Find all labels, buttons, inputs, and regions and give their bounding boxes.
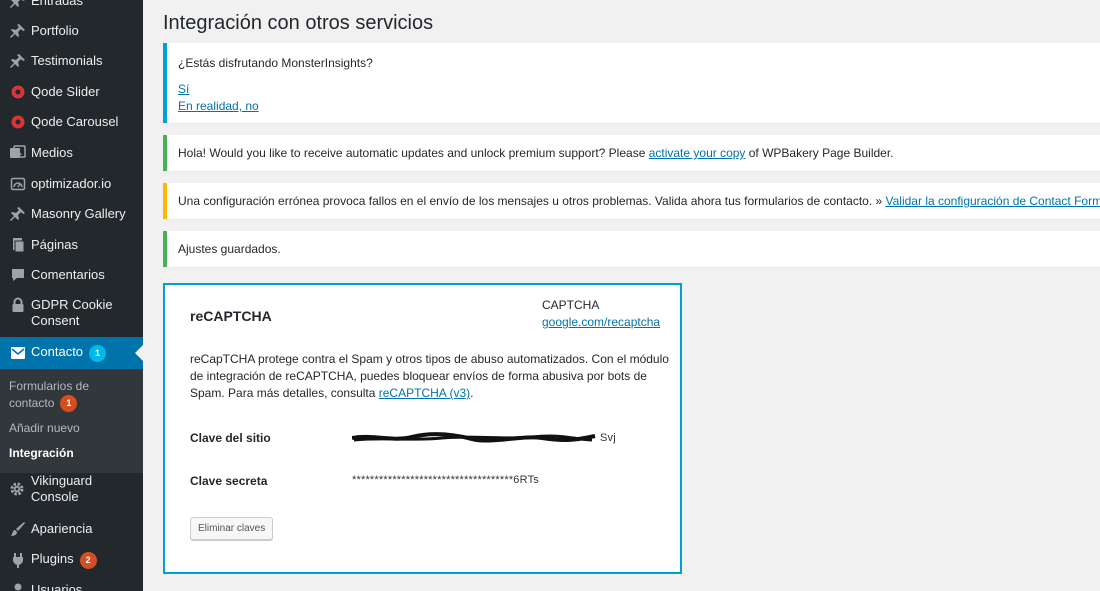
sidebar-item-masonry-gallery[interactable]: Masonry Gallery (0, 205, 143, 223)
remove-keys-button[interactable]: Eliminar claves (190, 517, 274, 540)
gear-icon (0, 481, 30, 497)
sidebar-item-testimonials[interactable]: Testimonials (0, 52, 143, 70)
notice-wpbakery: Hola! Would you like to receive automati… (163, 135, 1100, 171)
pin-icon (0, 23, 30, 39)
recaptcha-v3-link[interactable]: reCAPTCHA (v3) (379, 386, 470, 400)
sidebar-item-usuarios[interactable]: Usuarios (0, 581, 143, 591)
sidebar-item-label: Plugins (31, 551, 74, 567)
site-key-suffix: Svj (600, 432, 616, 444)
mail-icon (0, 346, 30, 360)
notice-text: Hola! Would you like to receive automati… (178, 146, 649, 160)
provider-label: CAPTCHA (542, 298, 600, 312)
sidebar-item-gdpr-cookie-consent[interactable]: GDPR Cookie Consent (0, 297, 143, 331)
sidebar-item-qode-slider[interactable]: Qode Slider (0, 83, 143, 101)
plugin-icon (0, 552, 30, 568)
qode-circle-icon (0, 84, 30, 100)
monster-no-link[interactable]: En realidad, no (178, 98, 259, 114)
contacto-count-badge: 1 (89, 344, 107, 362)
sidebar-item-medios[interactable]: Medios (0, 144, 143, 162)
submenu-anadir-nuevo[interactable]: Añadir nuevo (9, 420, 80, 437)
media-icon (0, 145, 30, 161)
sidebar-item-comentarios[interactable]: Comentarios (0, 266, 143, 284)
formularios-count-badge: 1 (60, 395, 78, 413)
plugins-count-badge: 2 (79, 551, 97, 569)
notice-text: Ajustes guardados. (178, 242, 281, 256)
recaptcha-card: reCAPTCHA CAPTCHA google.com/recaptcha r… (163, 283, 682, 574)
secret-key-value: ************************************6RTs (352, 474, 539, 486)
redacted-site-key (351, 432, 600, 444)
contacto-submenu: Formularios de contacto 1 Añadir nuevo In… (0, 369, 143, 473)
page-title: Integración con otros servicios (163, 12, 434, 34)
sidebar-item-label: Contacto (31, 344, 84, 360)
pin-icon (0, 0, 30, 9)
main-content: Integración con otros servicios ¿Estás d… (143, 0, 1100, 591)
recaptcha-title: reCAPTCHA (190, 308, 272, 324)
pages-icon (0, 237, 30, 253)
notice-question: ¿Estás disfrutando MonsterInsights? (178, 56, 373, 70)
notice-text: Una configuración errónea provoca fallos… (178, 194, 886, 208)
notice-settings-saved: Ajustes guardados. (163, 231, 1100, 267)
sidebar-item-entradas[interactable]: Entradas (0, 0, 143, 10)
user-icon (0, 582, 30, 591)
sidebar-item-portfolio[interactable]: Portfolio (0, 22, 143, 40)
brush-icon (0, 521, 30, 537)
sidebar-item-paginas[interactable]: Páginas (0, 236, 143, 254)
site-key-label: Clave del sitio (190, 431, 271, 445)
validate-cf7-link[interactable]: Validar la configuración de Contact Form… (886, 194, 1100, 208)
submenu-formularios[interactable]: Formularios de contacto 1 (9, 378, 129, 413)
sidebar-item-qode-carousel[interactable]: Qode Carousel (0, 113, 143, 131)
secret-key-label: Clave secreta (190, 474, 268, 488)
qode-circle-icon (0, 114, 30, 130)
monster-yes-link[interactable]: Sí (178, 81, 189, 97)
submenu-integracion[interactable]: Integración (9, 445, 74, 462)
recaptcha-provider: CAPTCHA google.com/recaptcha (542, 297, 660, 331)
admin-sidebar: Entradas Portfolio Testimonials Qode Sli… (0, 0, 143, 591)
sidebar-item-vikinguard-console[interactable]: Vikinguard Console (0, 473, 143, 504)
lock-icon (0, 297, 30, 313)
sidebar-item-apariencia[interactable]: Apariencia (0, 520, 143, 538)
notice-text-end: of WPBakery Page Builder. (745, 146, 894, 160)
recaptcha-description: reCapTCHA protege contra el Spam y otros… (190, 352, 669, 400)
provider-link[interactable]: google.com/recaptcha (542, 315, 660, 329)
comment-icon (0, 267, 30, 283)
sidebar-item-plugins[interactable]: Plugins 2 (0, 551, 143, 569)
pin-icon (0, 53, 30, 69)
activate-copy-link[interactable]: activate your copy (649, 146, 746, 160)
pin-icon (0, 206, 30, 222)
notice-contact-form-7: Una configuración errónea provoca fallos… (163, 183, 1100, 219)
notice-monsterinsights: ¿Estás disfrutando MonsterInsights? Sí E… (163, 43, 1100, 123)
sidebar-item-optimizador[interactable]: optimizador.io (0, 175, 143, 193)
optimizer-icon (0, 176, 30, 192)
sidebar-item-contacto[interactable]: Contacto 1 (0, 337, 143, 369)
